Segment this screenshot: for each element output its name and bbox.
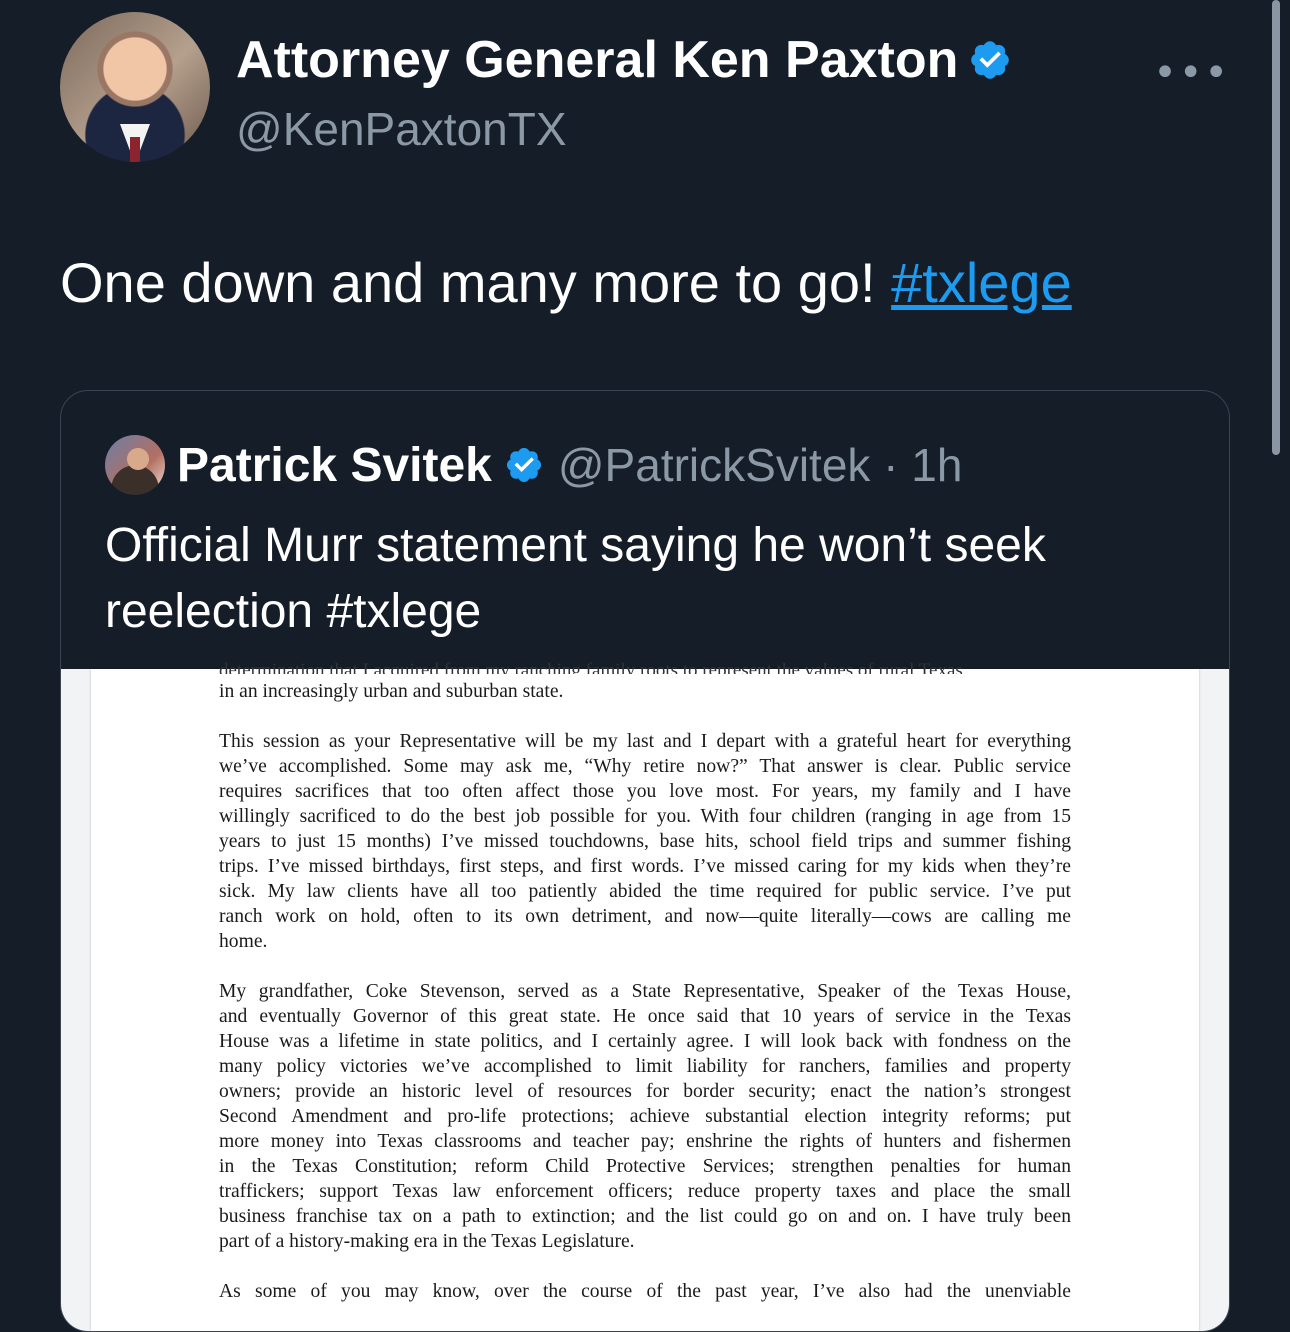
quoted-handle-time[interactable]: @PatrickSvitek · 1h [558,438,963,492]
verified-badge-icon [971,41,1010,79]
avatar[interactable] [60,12,210,162]
doc-line: many policy victories we’ve accomplished… [219,1056,1071,1077]
doc-line: ranch work on hold, often to its own det… [219,906,1071,927]
cut-off-line: determination that I acquired from my ra… [219,660,963,674]
quoted-tweet-text: Official Murr statement saying he won’t … [105,519,1046,638]
doc-line: business franchise tax on a path to exti… [219,1206,1071,1227]
doc-line: willingly sacrificed to do the best job … [219,806,1071,827]
tweet-body: One down and many more to go! [60,251,892,314]
doc-paragraph: As some of you may know, over the course… [219,1279,1071,1304]
more-options-icon[interactable]: ••• [1153,50,1230,96]
verified-badge-icon [506,447,541,483]
doc-line: As some of you may know, over the course… [219,1281,1071,1302]
doc-line: years to just 15 months) I’ve missed tou… [219,831,1071,852]
statement-document: determination that I acquired from my ra… [91,660,1199,1331]
doc-line: My grandfather, Coke Stevenson, served a… [219,981,1071,1002]
doc-line: in the Texas Constitution; reform Child … [219,1156,1071,1177]
quoted-avatar[interactable] [105,435,165,495]
hashtag-link[interactable]: #txlege [891,251,1072,314]
doc-line: home. [219,931,268,952]
author-handle[interactable]: @KenPaxtonTX [236,102,567,156]
quoted-author-name[interactable]: Patrick Svitek [177,438,492,493]
author-name-row[interactable]: Attorney General Ken Paxton [236,30,1012,90]
attached-image[interactable]: determination that I acquired from my ra… [61,660,1229,1331]
doc-paragraph: My grandfather, Coke Stevenson, served a… [219,979,1071,1254]
author-display-name[interactable]: Attorney General Ken Paxton [236,30,958,90]
doc-line: requires sacrifices that too often affec… [219,781,1071,802]
doc-line: more money into Texas classrooms and tea… [219,1131,1071,1152]
tweet-header: Attorney General Ken Paxton @KenPaxtonTX… [60,12,1230,167]
doc-paragraph: in an increasingly urban and suburban st… [219,679,1071,704]
doc-line: This session as your Representative will… [219,731,1071,752]
doc-line: sick. My law clients have all too patien… [219,881,1071,902]
doc-line: part of a history-making era in the Texa… [219,1231,635,1252]
doc-line: in an increasingly urban and suburban st… [219,681,564,702]
quoted-tweet-card[interactable]: Patrick Svitek @PatrickSvitek · 1h Offic… [60,390,1230,1332]
tweet-text: One down and many more to go! #txlege [60,250,1072,315]
quoted-tweet-header: Patrick Svitek @PatrickSvitek · 1h [105,435,962,495]
doc-line: we’ve accomplished. Some may ask me, “Wh… [219,756,1071,777]
doc-paragraph: This session as your Representative will… [219,729,1071,954]
doc-line: traffickers; support Texas law enforceme… [219,1181,1071,1202]
doc-line: Second Amendment and pro-life protection… [219,1106,1071,1127]
scrollbar[interactable] [1272,0,1280,455]
doc-line: and eventually Governor of this great st… [219,1006,1071,1027]
doc-line: owners; provide an historic level of res… [219,1081,1071,1102]
doc-line: trips. I’ve missed birthdays, first step… [219,856,1071,877]
doc-line: House was a lifetime in state politics, … [219,1031,1071,1052]
